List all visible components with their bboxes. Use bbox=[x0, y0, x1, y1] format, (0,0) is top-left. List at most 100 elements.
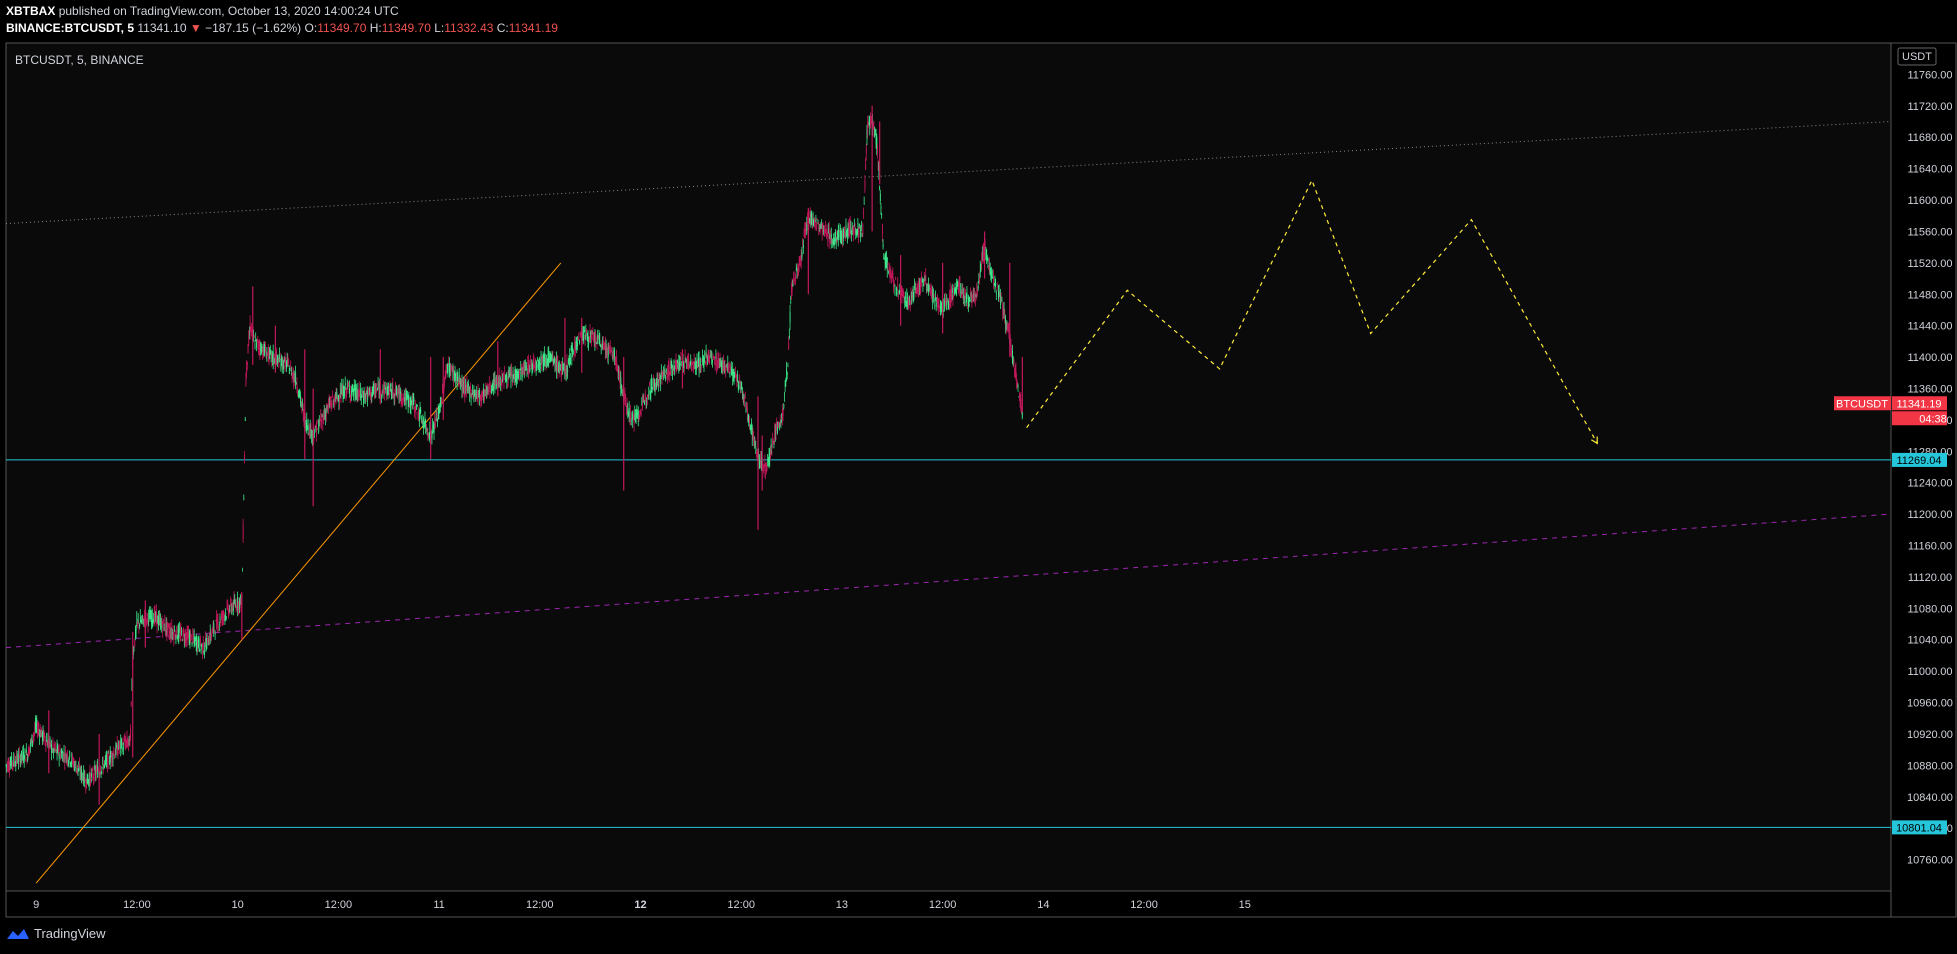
candle-body bbox=[247, 362, 248, 365]
candle-body bbox=[880, 206, 882, 209]
candle-body bbox=[265, 346, 267, 352]
y-tick-label: 11520.00 bbox=[1907, 258, 1952, 270]
candle-body bbox=[688, 358, 690, 366]
candle-body bbox=[526, 366, 527, 368]
candle-body bbox=[910, 305, 911, 307]
candle-body bbox=[704, 352, 706, 356]
candle-body bbox=[254, 337, 255, 338]
y-tick-label: 11120.00 bbox=[1908, 572, 1952, 584]
candle-body bbox=[766, 466, 768, 471]
candle-body bbox=[787, 365, 789, 367]
candle-body bbox=[536, 363, 538, 369]
candle-body bbox=[826, 226, 828, 231]
candle-body bbox=[995, 282, 997, 286]
candle-body bbox=[673, 360, 675, 364]
y-tick-label: 11160.00 bbox=[1908, 541, 1952, 553]
y-tick-label: 11760.00 bbox=[1907, 69, 1952, 81]
candle-body bbox=[435, 423, 436, 426]
y-tick-label: 10880.00 bbox=[1907, 760, 1953, 772]
candle-body bbox=[790, 301, 792, 303]
candle-body bbox=[289, 368, 291, 372]
y-tick-label: 11040.00 bbox=[1907, 635, 1952, 647]
candle-body bbox=[219, 616, 221, 622]
candle-body bbox=[893, 281, 895, 283]
candle-body bbox=[579, 340, 581, 344]
candle-body bbox=[789, 335, 790, 338]
candle-body bbox=[283, 365, 285, 369]
candle-body bbox=[595, 336, 597, 343]
price-chart[interactable]: 10760.0010800.0010840.0010880.0010920.00… bbox=[0, 0, 1957, 954]
candle-body bbox=[519, 369, 520, 375]
candle-body bbox=[784, 394, 785, 396]
candle-body bbox=[217, 620, 219, 623]
candle-body bbox=[792, 283, 794, 287]
candle-body bbox=[511, 370, 513, 374]
candle-body bbox=[183, 631, 185, 633]
candle-body bbox=[331, 403, 333, 406]
candle-body bbox=[537, 359, 539, 361]
candle-body bbox=[737, 374, 739, 381]
chart-pane[interactable] bbox=[5, 42, 1892, 892]
candle-body bbox=[611, 347, 613, 349]
candle-body bbox=[879, 186, 881, 190]
candle-body bbox=[198, 638, 200, 649]
candle-body bbox=[321, 419, 322, 423]
y-tick-label: 11560.00 bbox=[1907, 226, 1952, 238]
candle-body bbox=[332, 395, 334, 398]
candle-body bbox=[54, 743, 55, 749]
candle-body bbox=[254, 346, 256, 348]
candle-body bbox=[952, 288, 953, 294]
candle-body bbox=[344, 383, 346, 386]
candle-body bbox=[649, 383, 650, 386]
x-tick-label: 9 bbox=[33, 899, 39, 911]
candle-body bbox=[199, 648, 201, 652]
candle-body bbox=[572, 350, 574, 354]
candle-body bbox=[783, 404, 785, 408]
candle-body bbox=[163, 619, 164, 621]
candle-body bbox=[162, 625, 164, 632]
brand-label: TradingView bbox=[34, 926, 106, 941]
candle-body bbox=[801, 252, 803, 257]
candle-body bbox=[782, 408, 784, 416]
candle-body bbox=[865, 164, 867, 170]
candle-body bbox=[529, 367, 531, 372]
candle-body bbox=[770, 443, 772, 448]
candle-body bbox=[45, 742, 47, 747]
candle-body bbox=[584, 330, 585, 333]
candle-body bbox=[771, 452, 773, 454]
chart-legend-title: BTCUSDT, 5, BINANCE bbox=[15, 53, 144, 67]
candle-body bbox=[881, 214, 883, 216]
candle-body bbox=[49, 739, 51, 741]
y-tick-label: 11600.00 bbox=[1907, 195, 1952, 207]
currency-button[interactable]: USDT bbox=[1897, 47, 1937, 66]
candle-body bbox=[996, 289, 998, 291]
candle-body bbox=[24, 749, 26, 753]
candle-body bbox=[58, 754, 60, 759]
candle-body bbox=[859, 224, 860, 226]
candle-body bbox=[503, 372, 504, 382]
candle-body bbox=[55, 746, 57, 748]
candle-body bbox=[969, 299, 971, 302]
candle-body bbox=[121, 747, 123, 752]
candle-body bbox=[728, 364, 730, 368]
candle-body bbox=[296, 383, 298, 388]
x-tick-label: 12:00 bbox=[727, 899, 755, 911]
candle-body bbox=[664, 370, 666, 373]
candle-body bbox=[578, 336, 580, 338]
candle-body bbox=[137, 620, 139, 622]
candle-body bbox=[147, 613, 148, 618]
candle-body bbox=[745, 397, 746, 399]
tradingview-logo[interactable]: TradingView bbox=[6, 926, 106, 941]
candle-body bbox=[289, 371, 290, 374]
candle-body bbox=[861, 225, 862, 227]
candle-body bbox=[314, 436, 315, 438]
y-tick-label: 10840.00 bbox=[1907, 792, 1953, 804]
candle-body bbox=[665, 368, 667, 372]
candle-body bbox=[825, 225, 827, 226]
candle-body bbox=[112, 756, 114, 760]
candle-body bbox=[489, 382, 490, 390]
candle-body bbox=[795, 277, 797, 282]
y-tick-label: 11440.00 bbox=[1907, 321, 1952, 333]
candle-body bbox=[1017, 385, 1019, 387]
candle-body bbox=[19, 752, 20, 754]
